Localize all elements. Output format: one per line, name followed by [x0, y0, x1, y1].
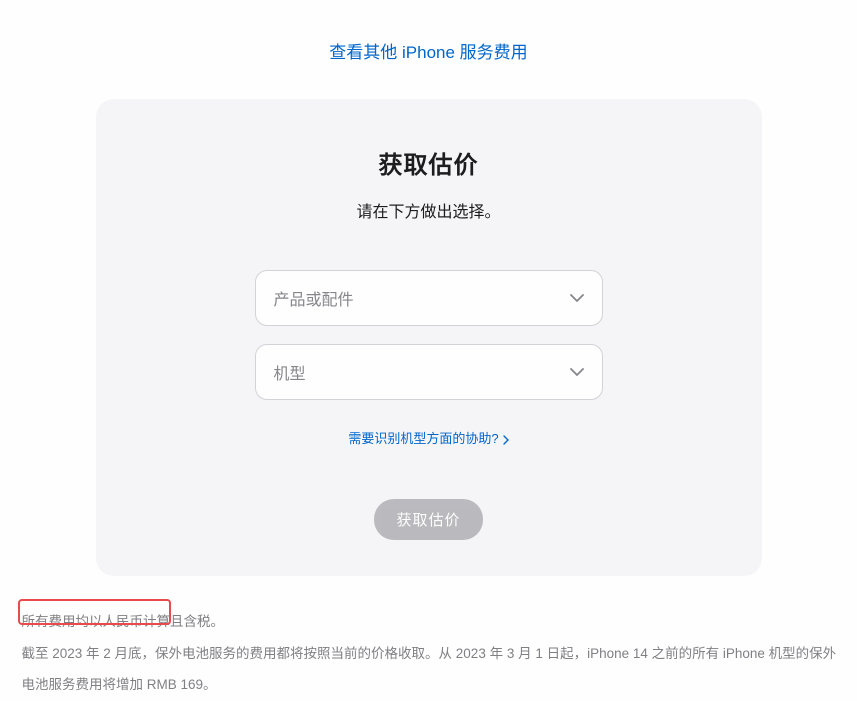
chevron-down-icon: [570, 294, 584, 302]
model-select-wrap: 机型: [255, 344, 603, 400]
product-select[interactable]: 产品或配件: [255, 270, 603, 326]
model-select[interactable]: 机型: [255, 344, 603, 400]
product-select-wrap: 产品或配件: [255, 270, 603, 326]
get-estimate-button[interactable]: 获取估价: [374, 499, 482, 540]
chevron-right-icon: [503, 433, 509, 443]
estimate-card: 获取估价 请在下方做出选择。 产品或配件 机型 需要识别机型方面的协助?: [96, 99, 762, 576]
chevron-down-icon: [570, 368, 584, 376]
footnote-price-change: 截至 2023 年 2 月底，保外电池服务的费用都将按照当前的价格收取。从 20…: [22, 638, 846, 701]
card-title: 获取估价: [136, 145, 722, 180]
identify-model-help-link[interactable]: 需要识别机型方面的协助?: [348, 428, 508, 447]
footnote-tax-info: 所有费用均以人民币计算且含税。: [22, 606, 846, 638]
help-link-text: 需要识别机型方面的协助?: [348, 428, 498, 447]
card-subtitle: 请在下方做出选择。: [136, 198, 722, 222]
footnotes-section: 所有费用均以人民币计算且含税。 截至 2023 年 2 月底，保外电池服务的费用…: [12, 606, 846, 701]
product-select-placeholder: 产品或配件: [274, 286, 354, 310]
view-other-fees-link[interactable]: 查看其他 iPhone 服务费用: [0, 38, 857, 63]
model-select-placeholder: 机型: [274, 360, 306, 384]
